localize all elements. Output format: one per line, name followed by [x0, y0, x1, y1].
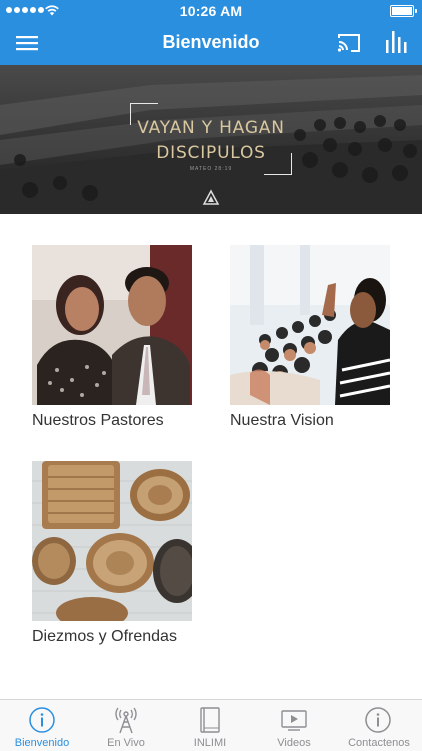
navigation-bar: Bienvenido [0, 22, 422, 65]
tab-label: INLIMI [193, 737, 227, 749]
grid-item-nuestros-pastores[interactable]: Nuestros Pastores [32, 245, 202, 435]
tab-label: Contactenos [348, 737, 410, 749]
pastors-photo [32, 245, 192, 405]
cast-icon[interactable] [336, 31, 362, 55]
grid-item-caption: Diezmos y Ofrendas [32, 628, 177, 645]
video-play-icon [281, 710, 307, 731]
tab-label: Videos [277, 737, 311, 749]
grid-item-caption: Nuestros Pastores [32, 412, 164, 429]
banner-headline-line2: DISCIPULOS [156, 143, 266, 163]
tab-inlimi[interactable]: INLIMI [168, 700, 252, 751]
tab-contactenos[interactable]: Contactenos [336, 700, 422, 751]
tab-bar: Bienvenido En Vivo INLIMI Videos Contact… [0, 699, 422, 751]
banner-headline-line1: VAYAN Y HAGAN [137, 118, 285, 138]
baskets-photo [32, 461, 192, 621]
info-icon [29, 707, 55, 733]
grid-item-caption: Nuestra Vision [230, 412, 334, 429]
grid-item-diezmos-y-ofrendas[interactable]: Diezmos y Ofrendas [32, 461, 202, 651]
banner-scripture-reference: MATEO 28:19 [189, 166, 233, 172]
tab-en-vivo[interactable]: En Vivo [84, 700, 168, 751]
status-time: 10:26 AM [179, 3, 243, 19]
tab-bienvenido[interactable]: Bienvenido [0, 700, 84, 751]
church-logo-icon [202, 189, 220, 205]
book-icon [200, 707, 220, 733]
banner-frame [130, 103, 292, 175]
congregation-worship-photo [230, 245, 390, 405]
radio-tower-icon [115, 707, 137, 734]
tab-label: Bienvenido [14, 737, 70, 749]
tab-label: En Vivo [107, 737, 145, 749]
battery-icon [390, 5, 417, 17]
tab-videos[interactable]: Videos [252, 700, 336, 751]
bar-chart-icon[interactable] [384, 29, 408, 55]
grid-item-nuestra-vision[interactable]: Nuestra Vision [230, 245, 400, 435]
status-bar: 10:26 AM [0, 0, 422, 22]
info-icon [365, 707, 391, 733]
